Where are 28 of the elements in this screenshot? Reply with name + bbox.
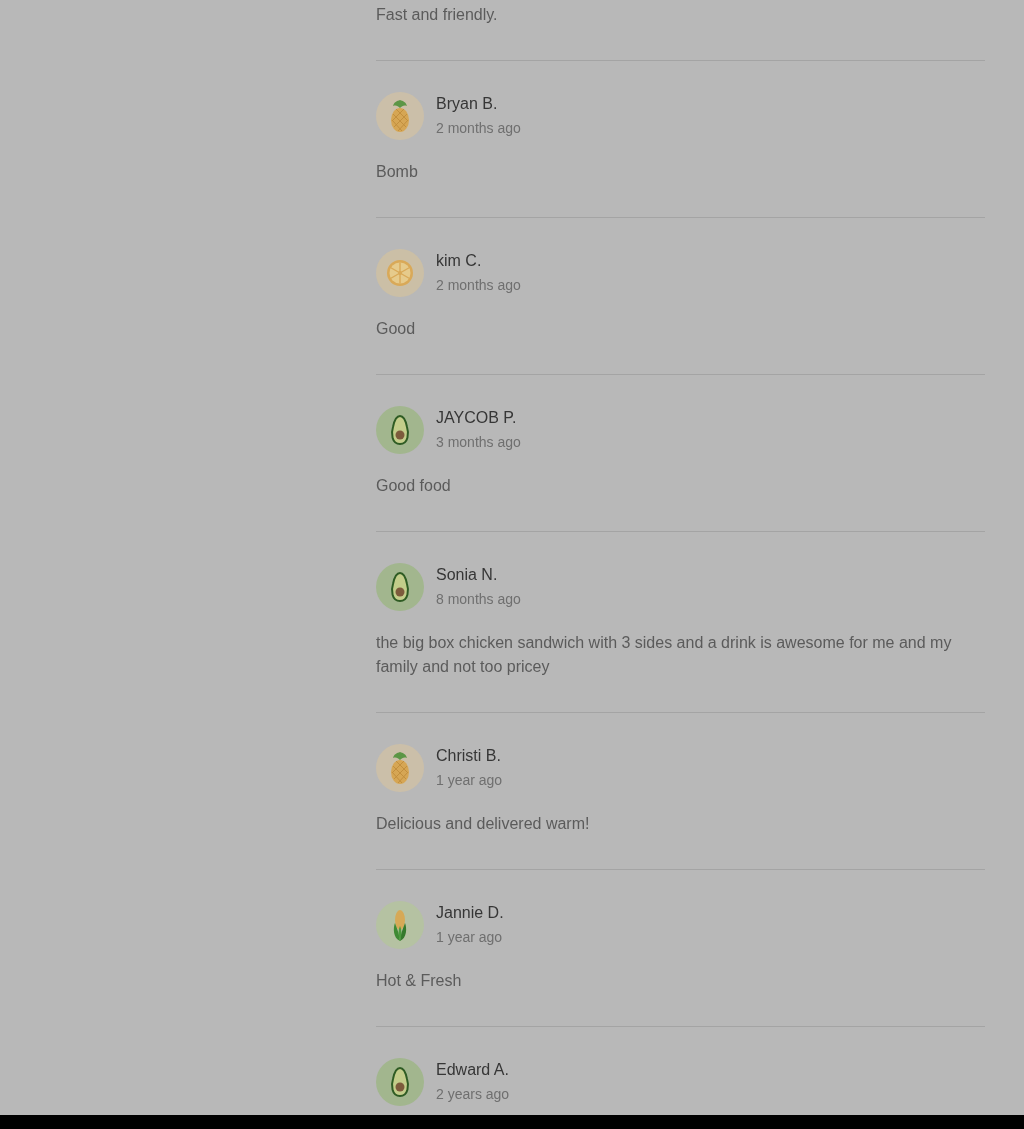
avocado-icon (376, 1058, 424, 1106)
review-text: Hot & Fresh (376, 971, 462, 991)
review-text: Delicious and delivered warm! (376, 814, 590, 834)
pineapple-icon (376, 92, 424, 140)
review-text: Bomb (376, 162, 418, 182)
citrus-slice-icon (376, 249, 424, 297)
reviewer-name: Christi B. (436, 746, 501, 766)
avocado-icon (376, 406, 424, 454)
review-text: the big box chicken sandwich with 3 sides and a drink is awesome for me and my family and not too pricey (376, 633, 953, 677)
review-text: Fast and friendly. (376, 5, 498, 25)
pineapple-icon (376, 744, 424, 792)
review-date: 3 months ago (436, 433, 521, 452)
reviewer-name: Jannie D. (436, 903, 504, 923)
review-date: 2 months ago (436, 276, 521, 295)
review-date: 8 months ago (436, 590, 521, 609)
reviewer-name: Bryan B. (436, 94, 498, 114)
review-text: Good food (376, 476, 451, 496)
review-date: 1 year ago (436, 771, 503, 790)
review-date: 2 years ago (436, 1085, 510, 1104)
review-date: 2 months ago (436, 119, 521, 138)
reviewer-name: Edward A. (436, 1060, 509, 1080)
review-text: Good (376, 319, 416, 339)
review-date: 1 year ago (436, 928, 503, 947)
reviewer-name: kim C. (436, 251, 482, 271)
corn-icon (376, 901, 424, 949)
avocado-icon (376, 563, 424, 611)
reviewer-name: JAYCOB P. (436, 408, 517, 428)
reviewer-name: Sonia N. (436, 565, 498, 585)
